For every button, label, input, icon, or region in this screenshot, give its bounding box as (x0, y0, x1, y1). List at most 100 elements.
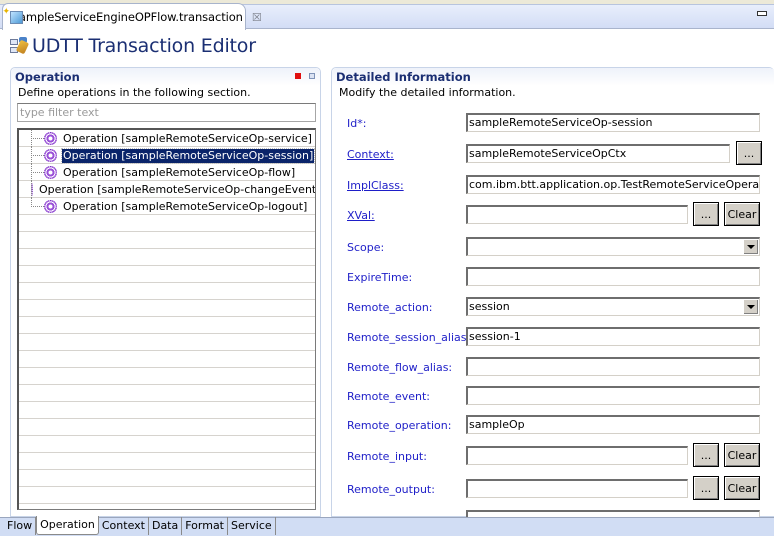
editor-tab-title: sampleServiceEngineOPFlow.transaction (13, 10, 243, 24)
expiretime-label: ExpireTime: (347, 271, 413, 284)
tree-item-label: Operation [sampleRemoteServiceOp-changeE… (39, 182, 316, 196)
tree-connector (31, 198, 32, 207)
remote-session-alias-label: Remote_session_alias: (347, 331, 471, 344)
minimize-icon[interactable] (757, 11, 767, 16)
dropdown-arrow-icon[interactable] (743, 239, 758, 254)
tree-connector (31, 147, 32, 164)
remote-output-field[interactable] (466, 479, 688, 498)
tab-flow[interactable]: Flow (4, 517, 37, 535)
context-field[interactable]: sampleRemoteServiceOpCtx (466, 144, 730, 163)
remote-flow-alias-field[interactable] (466, 357, 760, 376)
details-section-description: Modify the detailed information. (339, 86, 516, 99)
remote-event-row: Remote_event: (332, 386, 774, 408)
remote-operation-row: Remote_operation: sampleOp (332, 415, 774, 437)
remote-input-field[interactable] (466, 446, 688, 465)
implclass-link[interactable]: ImplClass: (347, 179, 404, 192)
tree-branch (31, 138, 44, 139)
operation-section-description: Define operations in the following secti… (18, 86, 251, 99)
remote-event-label: Remote_event: (347, 390, 430, 403)
implclass-field[interactable]: com.ibm.btt.application.op.TestRemoteSer… (466, 175, 760, 194)
details-section: Detailed Information Modify the detailed… (331, 67, 774, 529)
scope-select[interactable] (466, 237, 760, 256)
tree-item[interactable]: Operation [sampleRemoteServiceOp-service… (19, 130, 315, 147)
xval-clear-button[interactable]: Clear (724, 202, 760, 226)
expand-icon[interactable] (309, 73, 315, 79)
close-icon[interactable]: ☒ (252, 11, 262, 24)
implclass-row: ImplClass: com.ibm.btt.application.op.Te… (332, 175, 774, 197)
tab-operation[interactable]: Operation (36, 516, 99, 535)
tab-format[interactable]: Format (182, 517, 228, 535)
context-row: Context: sampleRemoteServiceOpCtx ... (332, 141, 774, 166)
remote-output-clear-button[interactable]: Clear (724, 476, 760, 500)
context-browse-button[interactable]: ... (736, 141, 762, 165)
id-label: Id*: (347, 117, 367, 130)
context-link[interactable]: Context: (347, 148, 394, 161)
xval-field[interactable] (466, 205, 688, 224)
operation-section-header: Operation (11, 68, 320, 86)
xval-browse-button[interactable]: ... (693, 202, 719, 226)
xval-row: XVal: ... Clear (332, 202, 774, 227)
editor-icon (10, 37, 30, 55)
operation-section-title: Operation (15, 70, 80, 84)
tree-item-label: Operation [sampleRemoteServiceOp-logout] (63, 199, 308, 213)
remote-action-label: Remote_action: (347, 301, 433, 314)
remote-operation-label: Remote_operation: (347, 419, 452, 432)
remote-event-field[interactable] (466, 386, 760, 405)
expiretime-field[interactable] (466, 267, 760, 286)
tree-item[interactable]: Operation [sampleRemoteServiceOp-logout] (19, 198, 315, 215)
remote-action-select[interactable]: session (466, 297, 760, 316)
delete-icon[interactable] (295, 73, 301, 79)
remote-input-browse-button[interactable]: ... (693, 443, 719, 467)
tab-data[interactable]: Data (149, 517, 183, 535)
tree-item-label: Operation [sampleRemoteServiceOp-flow] (63, 165, 296, 179)
remote-flow-alias-label: Remote_flow_alias: (347, 361, 453, 374)
operation-section-actions (295, 73, 315, 79)
xval-link[interactable]: XVal: (347, 209, 375, 222)
remote-input-clear-button[interactable]: Clear (724, 443, 760, 467)
remote-output-browse-button[interactable]: ... (693, 476, 719, 500)
tree-branch (31, 155, 44, 156)
scope-label: Scope: (347, 241, 385, 254)
tree-connector (31, 164, 32, 181)
operation-icon (44, 149, 57, 162)
remote-input-row: Remote_input: ... Clear (332, 443, 774, 468)
scope-row: Scope: (332, 237, 774, 259)
tree-item-label: Operation [sampleRemoteServiceOp-session… (60, 147, 315, 164)
operation-icon (44, 200, 57, 213)
editor-tab-strip: ✦ sampleServiceEngineOPFlow.transaction … (0, 0, 774, 30)
remote-session-alias-field[interactable]: session-1 (466, 327, 760, 346)
editor-title: UDTT Transaction Editor (32, 35, 256, 57)
tab-context[interactable]: Context (99, 517, 149, 535)
remote-input-label: Remote_input: (347, 450, 427, 463)
details-section-header: Detailed Information (332, 68, 774, 86)
operation-section: Operation Define operations in the follo… (10, 67, 321, 517)
remote-action-row: Remote_action: session (332, 297, 774, 319)
remote-session-alias-row: Remote_session_alias: session-1 (332, 327, 774, 349)
remote-action-value: session (469, 300, 510, 313)
editor-header: UDTT Transaction Editor (10, 35, 256, 57)
expiretime-row: ExpireTime: (332, 267, 774, 289)
tree-branch (31, 172, 44, 173)
filter-input[interactable]: type filter text (17, 103, 316, 122)
tree-branch (31, 206, 44, 207)
remote-flow-alias-row: Remote_flow_alias: (332, 357, 774, 379)
tree-item-selected[interactable]: Operation [sampleRemoteServiceOp-session… (19, 147, 315, 164)
operation-icon (44, 166, 57, 179)
tree-connector (31, 130, 32, 147)
id-field[interactable]: sampleRemoteServiceOp-session (466, 113, 760, 132)
remote-output-label: Remote_output: (347, 483, 435, 496)
editor-tab[interactable]: ✦ sampleServiceEngineOPFlow.transaction … (2, 3, 262, 30)
details-section-title: Detailed Information (336, 70, 471, 84)
tab-service[interactable]: Service (228, 517, 276, 535)
remote-operation-field[interactable]: sampleOp (466, 415, 760, 434)
operation-tree[interactable]: Operation [sampleRemoteServiceOp-service… (17, 128, 316, 510)
dropdown-arrow-icon[interactable] (743, 299, 758, 314)
tree-item[interactable]: Operation [sampleRemoteServiceOp-flow] (19, 164, 315, 181)
page-tabs: Flow Operation Context Data Format Servi… (4, 516, 276, 536)
id-row: Id*: sampleRemoteServiceOp-session (332, 113, 774, 135)
tree-item-label: Operation [sampleRemoteServiceOp-service… (63, 131, 312, 145)
operation-icon (44, 132, 57, 145)
tree-item[interactable]: Operation [sampleRemoteServiceOp-changeE… (19, 181, 315, 198)
tree-connector (31, 181, 32, 198)
remote-output-row: Remote_output: ... Clear (332, 476, 774, 501)
